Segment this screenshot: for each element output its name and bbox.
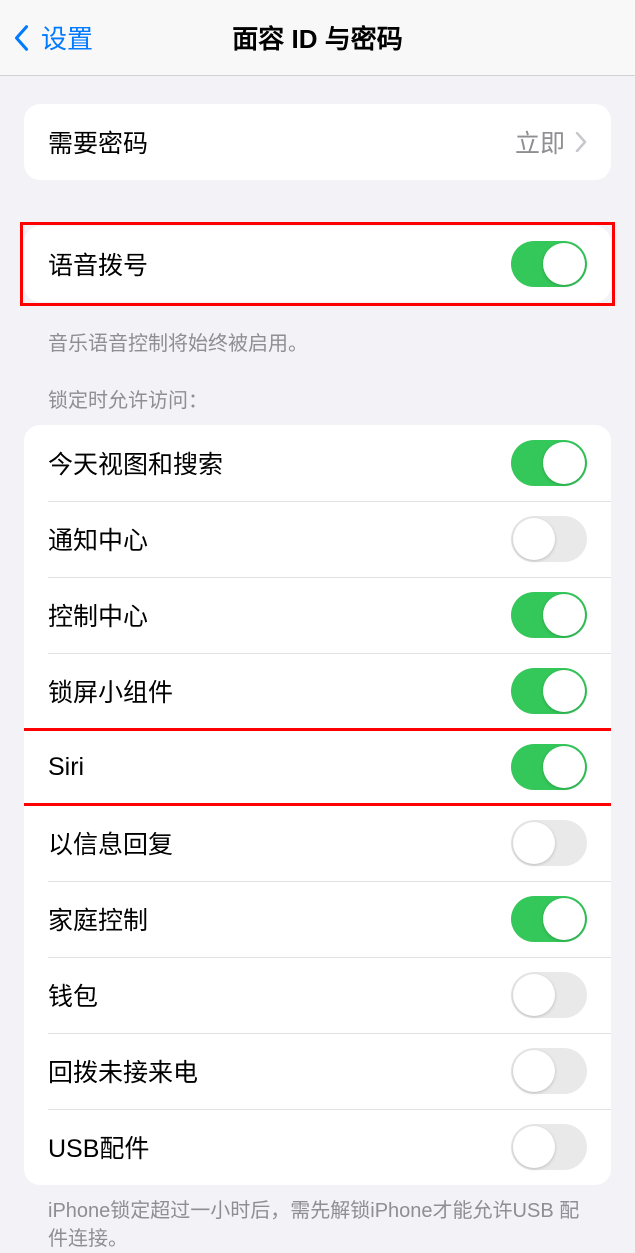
voice-dial-footer: 音乐语音控制将始终被启用。 <box>24 318 611 358</box>
lock-access-toggle[interactable] <box>511 744 587 790</box>
row-label: 回拨未接来电 <box>48 1053 198 1089</box>
lock-access-row: Siri <box>24 729 611 805</box>
lock-access-row: 通知中心 <box>24 501 611 577</box>
lock-access-toggle[interactable] <box>511 1124 587 1170</box>
lock-access-row: 控制中心 <box>24 577 611 653</box>
chevron-left-icon <box>14 24 29 52</box>
lock-access-toggle[interactable] <box>511 440 587 486</box>
row-label: 家庭控制 <box>48 901 148 937</box>
lock-access-row: 锁屏小组件 <box>24 653 611 729</box>
lock-access-toggle[interactable] <box>511 820 587 866</box>
back-button[interactable]: 设置 <box>0 19 93 56</box>
row-label: Siri <box>48 753 84 782</box>
lock-access-header: 锁定时允许访问： <box>24 358 611 425</box>
lock-access-group: 今天视图和搜索通知中心控制中心锁屏小组件 Siri 以信息回复家庭控制钱包回拨未接来… <box>24 425 611 1185</box>
lock-access-toggle[interactable] <box>511 896 587 942</box>
lock-access-row: USB配件 <box>24 1109 611 1185</box>
lock-access-toggle[interactable] <box>511 972 587 1018</box>
chevron-right-icon <box>575 132 587 152</box>
lock-access-row: 家庭控制 <box>24 881 611 957</box>
row-value: 立即 <box>515 124 565 160</box>
row-label: 以信息回复 <box>48 825 173 861</box>
voice-dial-group: 语音拨号 <box>24 226 611 302</box>
voice-dial-row: 语音拨号 <box>24 226 611 302</box>
back-label: 设置 <box>41 19 93 56</box>
lock-access-toggle[interactable] <box>511 668 587 714</box>
row-label: 需要密码 <box>48 124 148 160</box>
voice-dial-toggle[interactable] <box>511 241 587 287</box>
require-passcode-row[interactable]: 需要密码 立即 <box>24 104 611 180</box>
row-label: 今天视图和搜索 <box>48 445 223 481</box>
page-title: 面容 ID 与密码 <box>0 19 635 56</box>
row-label: USB配件 <box>48 1129 149 1165</box>
row-label: 控制中心 <box>48 597 148 633</box>
lock-access-row: 以信息回复 <box>24 805 611 881</box>
lock-access-footer: iPhone锁定超过一小时后，需先解锁iPhone才能允许USB 配件连接。 <box>24 1185 611 1253</box>
lock-access-toggle[interactable] <box>511 516 587 562</box>
lock-access-toggle[interactable] <box>511 592 587 638</box>
passcode-group: 需要密码 立即 <box>24 104 611 180</box>
row-label: 钱包 <box>48 977 98 1013</box>
row-label: 锁屏小组件 <box>48 673 173 709</box>
lock-access-toggle[interactable] <box>511 1048 587 1094</box>
lock-access-row: 今天视图和搜索 <box>24 425 611 501</box>
lock-access-row: 钱包 <box>24 957 611 1033</box>
navigation-bar: 设置 面容 ID 与密码 <box>0 0 635 76</box>
row-label: 语音拨号 <box>48 246 148 282</box>
lock-access-row: 回拨未接来电 <box>24 1033 611 1109</box>
row-label: 通知中心 <box>48 521 148 557</box>
